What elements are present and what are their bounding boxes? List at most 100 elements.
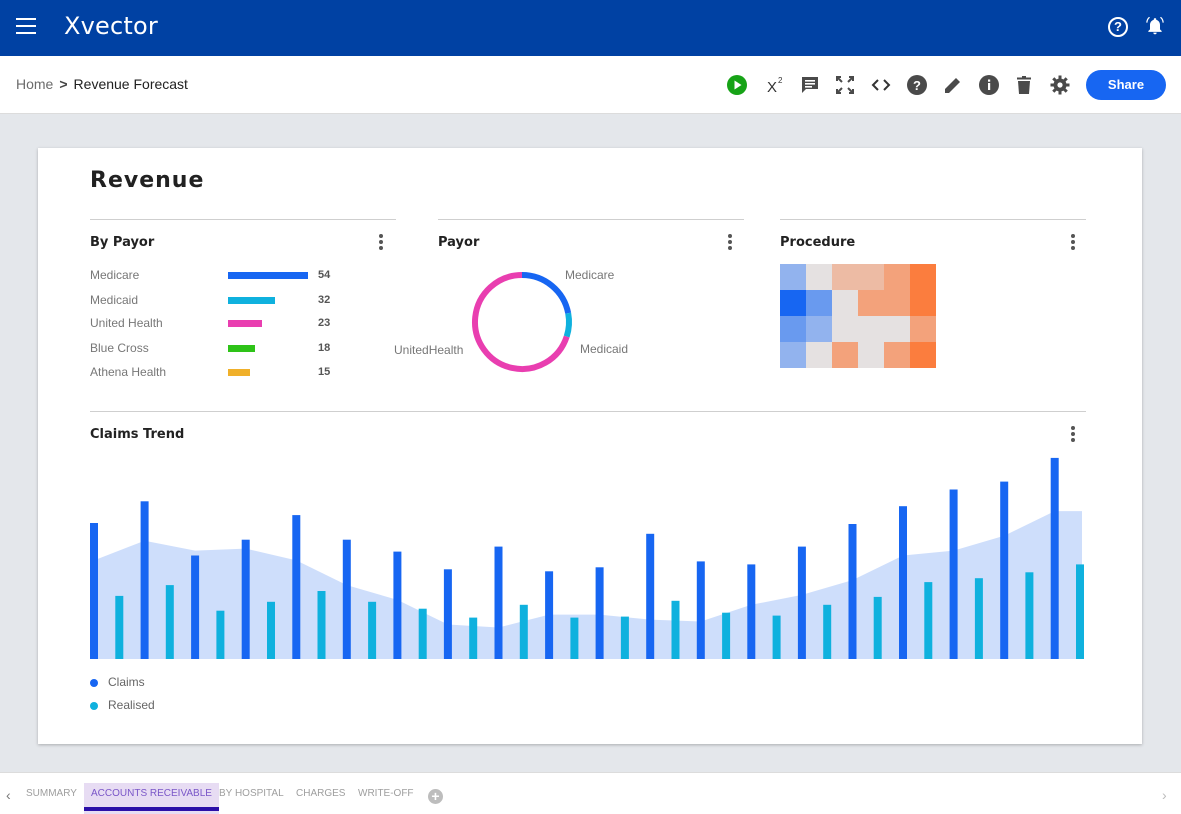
heatmap-cell: [858, 342, 884, 368]
realised-bar: [873, 596, 882, 659]
donut-label-medicare: Medicare: [565, 268, 615, 282]
by-payor-bar: [228, 297, 275, 304]
tab-summary[interactable]: SUMMARY: [19, 783, 84, 814]
by-payor-label: United Health: [90, 316, 163, 330]
heatmap-cell: [832, 342, 858, 368]
donut-label-unitedhealth: UnitedHealth: [394, 343, 464, 357]
realised-bar: [1076, 564, 1084, 659]
payor-more-icon[interactable]: [727, 234, 733, 252]
by-payor-row: Medicare 54: [90, 268, 350, 284]
by-payor-label: Medicare: [90, 268, 140, 282]
delete-icon[interactable]: [1013, 74, 1035, 96]
heatmap-cell: [780, 264, 806, 290]
notification-bell-icon[interactable]: [1145, 15, 1165, 37]
realised-bar: [722, 612, 731, 659]
realised-bar: [165, 585, 174, 659]
share-button[interactable]: Share: [1086, 70, 1166, 100]
legend-realised-label: Realised: [108, 698, 155, 712]
app-logo[interactable]: Xvector: [64, 12, 158, 40]
by-payor-row: Medicaid 32: [90, 293, 350, 309]
claims-bar: [342, 539, 351, 659]
by-payor-label: Blue Cross: [90, 341, 149, 355]
claims-bar: [848, 524, 857, 659]
heatmap-cell: [832, 290, 858, 316]
trend-area: [90, 511, 1082, 659]
help-icon[interactable]: ?: [1108, 17, 1128, 37]
breadcrumb-separator: >: [59, 76, 68, 92]
add-tab-button[interactable]: +: [428, 789, 443, 804]
play-icon[interactable]: [726, 74, 748, 96]
breadcrumb-current: Revenue Forecast: [73, 76, 188, 92]
by-payor-value: 23: [318, 317, 331, 329]
legend-claims-label: Claims: [108, 675, 145, 689]
claims-bar: [191, 555, 200, 659]
by-payor-title: By Payor: [90, 235, 155, 250]
procedure-heatmap: [780, 264, 936, 368]
realised-bar: [620, 616, 629, 659]
heatmap-cell: [884, 316, 910, 342]
legend-realised[interactable]: Realised: [90, 698, 155, 712]
heatmap-cell: [910, 342, 936, 368]
procedure-panel: Procedure: [780, 219, 1086, 399]
realised-legend-dot: [90, 701, 98, 710]
tabs-scroll-left-icon[interactable]: ‹: [6, 787, 11, 803]
superscript-icon[interactable]: X 2: [764, 74, 786, 96]
realised-bar: [974, 578, 983, 659]
realised-bar: [368, 601, 377, 659]
claims-trend-more-icon[interactable]: [1070, 426, 1076, 444]
claims-bar: [292, 515, 301, 659]
tab-charges[interactable]: CHARGES: [289, 783, 352, 814]
svg-text:?: ?: [913, 78, 921, 93]
heatmap-cell: [780, 290, 806, 316]
tab-write-off[interactable]: WRITE-OFF: [351, 783, 421, 814]
help-circle-icon[interactable]: ?: [906, 74, 928, 96]
tabs-scroll-right-icon[interactable]: ›: [1162, 787, 1167, 803]
breadcrumb-home[interactable]: Home: [16, 76, 53, 92]
by-payor-bar: [228, 272, 308, 279]
svg-text:2: 2: [778, 76, 783, 85]
claims-bar: [241, 539, 250, 659]
realised-bar: [823, 604, 832, 659]
claims-bar: [443, 569, 452, 659]
procedure-more-icon[interactable]: [1070, 234, 1076, 252]
edit-icon[interactable]: [942, 74, 964, 96]
tab-accounts-receivable[interactable]: ACCOUNTS RECEIVABLE: [84, 783, 219, 814]
heatmap-cell: [806, 264, 832, 290]
heatmap-cell: [910, 290, 936, 316]
menu-icon[interactable]: [16, 18, 36, 34]
realised-bar: [924, 582, 933, 659]
by-payor-row: Athena Health 15: [90, 365, 350, 381]
realised-bar: [418, 608, 427, 659]
heatmap-cell: [884, 342, 910, 368]
info-icon[interactable]: [978, 74, 1000, 96]
claims-bar: [899, 506, 907, 659]
heatmap-cell: [832, 264, 858, 290]
heatmap-cell: [858, 290, 884, 316]
by-payor-more-icon[interactable]: [378, 234, 384, 252]
procedure-title: Procedure: [780, 235, 856, 250]
tab-by-hospital[interactable]: BY HOSPITAL: [212, 783, 291, 814]
by-payor-bar: [228, 345, 255, 352]
claims-legend-dot: [90, 678, 98, 687]
legend-claims[interactable]: Claims: [90, 675, 145, 689]
realised-bar: [519, 604, 528, 659]
by-payor-value: 54: [318, 269, 331, 281]
realised-bar: [671, 600, 680, 659]
by-payor-label: Medicaid: [90, 293, 139, 307]
settings-icon[interactable]: [1049, 74, 1071, 96]
fullscreen-icon[interactable]: [834, 74, 856, 96]
claims-bar: [797, 546, 806, 659]
realised-bar: [570, 617, 579, 659]
dashboard-title: Revenue: [90, 168, 205, 193]
donut-label-medicaid: Medicaid: [580, 342, 629, 356]
claims-bar: [494, 546, 503, 659]
claims-bar: [1000, 481, 1009, 659]
by-payor-bar: [228, 320, 262, 327]
svg-text:X: X: [767, 79, 777, 96]
by-payor-panel: By Payor Medicare 54 Medicaid 32 United Heal…: [90, 219, 396, 399]
code-icon[interactable]: [870, 74, 892, 96]
claims-bar: [646, 533, 655, 659]
breadcrumb: Home > Revenue Forecast: [16, 76, 188, 92]
payor-title: Payor: [438, 235, 480, 250]
comment-icon[interactable]: [799, 74, 821, 96]
